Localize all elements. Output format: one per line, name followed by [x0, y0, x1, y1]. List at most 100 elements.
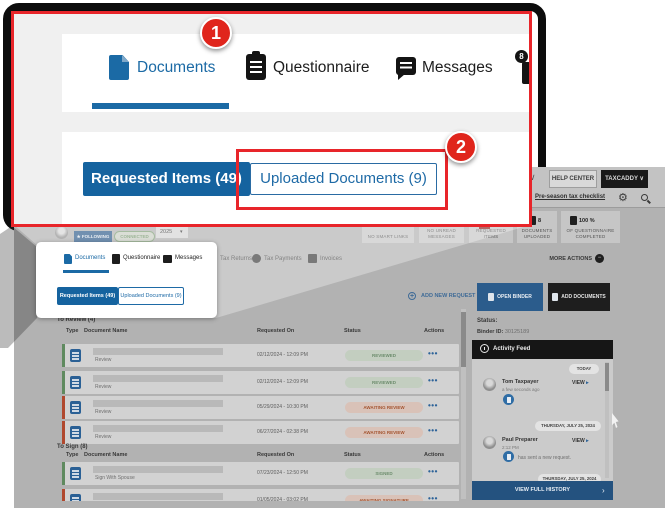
row-actions-menu[interactable]: ••• — [428, 401, 438, 410]
tab-documents[interactable]: Documents — [75, 255, 105, 261]
col-requested-on: Requested On — [257, 328, 294, 334]
row-status-bar — [62, 489, 65, 501]
status-label: Status: — [477, 318, 497, 324]
row-status-bar — [62, 462, 65, 485]
table-row[interactable]: Review 05/29/2024 - 10:30 PM AWAITING RE… — [62, 396, 459, 419]
row-date: 07/23/2024 - 12:50 PM — [257, 470, 308, 476]
add-documents-button[interactable]: ADD DOCUMENTS — [548, 283, 610, 311]
open-binder-button[interactable]: OPEN BINDER — [477, 283, 543, 311]
add-new-request-link[interactable]: ADD NEW REQUEST — [421, 293, 475, 299]
col-type: Type — [66, 328, 78, 334]
requested-items-toggle[interactable]: Requested Items (49) — [83, 162, 250, 196]
row-date: 05/29/2024 - 10:30 PM — [257, 404, 308, 410]
gear-icon[interactable]: ⚙ — [618, 191, 628, 204]
row-actions-menu[interactable]: ••• — [428, 376, 438, 385]
spotlight-panel — [36, 242, 217, 318]
document-name-redacted — [93, 425, 223, 432]
questionnaire-icon-lines — [250, 61, 262, 63]
chevron-right-icon: › — [602, 481, 605, 500]
row-actions-menu[interactable]: ••• — [428, 494, 438, 501]
annotation-highlight-box — [236, 149, 448, 210]
help-center-button[interactable]: HELP CENTER — [549, 170, 597, 188]
to-sign-title: To Sign (8) — [57, 444, 88, 450]
table-row[interactable]: Review 02/12/2024 - 12:09 PM REVIEWED ••… — [62, 371, 459, 394]
documents-icon — [64, 254, 72, 264]
col-requested-on: Requested On — [257, 452, 294, 458]
taxcaddy-menu-button[interactable]: TAXCADDY ∨ — [601, 170, 648, 188]
status-badge: REVIEWED — [345, 350, 423, 361]
row-sublabel: Sign With Spouse — [95, 475, 135, 481]
documents-icon — [109, 55, 129, 80]
status-badge: SIGNED — [345, 468, 423, 479]
row-actions-menu[interactable]: ••• — [428, 426, 438, 435]
tab-questionnaire[interactable]: Questionnaire — [123, 255, 160, 261]
questionnaire-complete-icon: 100 % — [570, 216, 595, 225]
document-name-redacted — [93, 375, 223, 382]
tab-messages[interactable]: Messages — [422, 59, 493, 77]
header-divider — [530, 207, 665, 208]
row-date: 02/12/2024 - 12:09 PM — [257, 379, 308, 385]
active-tab-underline — [92, 103, 229, 109]
document-name-redacted — [93, 348, 223, 355]
document-type-icon — [70, 401, 81, 414]
screenshot-root: ∨ HELP CENTER TAXCADDY ∨ ? Pre-season ta… — [0, 0, 665, 524]
feed-entry-name: Tom Taxpayer — [502, 379, 538, 385]
clock-icon — [480, 344, 489, 353]
row-actions-menu[interactable]: ••• — [428, 467, 438, 476]
activity-feed[interactable]: TODAY Tom Taxpayer a few seconds ago VIE… — [472, 359, 613, 481]
messages-icon — [163, 255, 172, 263]
document-name-redacted — [93, 493, 223, 500]
row-date: 01/05/2024 - 03:02 PM — [257, 497, 308, 501]
status-badge: AWAITING REVIEW — [345, 402, 423, 413]
activity-feed-title: Activity Feed — [493, 346, 530, 352]
view-link[interactable]: VIEW ▸ — [572, 380, 589, 386]
messages-icon — [396, 57, 416, 75]
row-status-bar — [62, 371, 65, 394]
requested-items-toggle[interactable]: Requested Items (49) — [57, 287, 118, 305]
feed-scrollbar-thumb[interactable] — [605, 363, 609, 391]
col-document-name: Document Name — [84, 452, 127, 458]
table-row[interactable]: Review 06/27/2024 - 02:38 PM AWAITING RE… — [62, 421, 459, 444]
row-sublabel: Review — [95, 357, 111, 363]
table-row[interactable]: 01/05/2024 - 03:02 PM AWAITING SIGNATURE… — [62, 489, 459, 501]
document-name-redacted — [93, 466, 223, 473]
uploaded-documents-toggle[interactable]: Uploaded Documents (9) — [118, 287, 184, 305]
feed-entry-note: has sent a new request. — [518, 455, 571, 461]
document-type-icon — [70, 349, 81, 362]
table-row[interactable]: Sign With Spouse 07/23/2024 - 12:50 PM S… — [62, 462, 459, 485]
row-status-bar — [62, 344, 65, 367]
active-tab-underline — [63, 270, 109, 273]
view-link[interactable]: VIEW ▸ — [572, 438, 589, 444]
table-row[interactable]: Review 02/12/2024 - 12:09 PM REVIEWED ••… — [62, 344, 459, 367]
status-badge: AWAITING REVIEW — [345, 427, 423, 438]
avatar — [483, 378, 496, 391]
row-sublabel: Review — [95, 409, 111, 415]
more-actions-toggle-icon[interactable]: − — [595, 254, 604, 263]
avatar — [483, 436, 496, 449]
view-full-history-button[interactable]: VIEW FULL HISTORY — [472, 481, 613, 500]
col-actions: Actions — [424, 328, 444, 334]
col-document-name: Document Name — [84, 328, 127, 334]
date-pill: THURSDAY, JULY 25, 2024 — [535, 421, 601, 431]
date-pill: THURSDAY, JULY 25, 2024 — [538, 474, 601, 481]
document-type-icon — [70, 467, 81, 480]
feed-entry-name: Paul Preparer — [502, 437, 538, 443]
col-status: Status — [344, 328, 361, 334]
row-status-bar — [62, 396, 65, 419]
add-document-icon — [552, 293, 558, 301]
tab-documents[interactable]: Documents — [137, 59, 215, 77]
row-actions-menu[interactable]: ••• — [428, 349, 438, 358]
tab-messages[interactable]: Messages — [175, 255, 202, 261]
binder-id: Binder ID: 30125189 — [477, 329, 529, 335]
more-actions-button[interactable]: MORE ACTIONS — [548, 256, 592, 262]
questionnaire-icon — [246, 54, 266, 80]
scrollbar-thumb[interactable] — [461, 312, 466, 367]
messages-icon-lines — [400, 62, 412, 64]
status-badge: REVIEWED — [345, 377, 423, 388]
col-actions: Actions — [424, 452, 444, 458]
tab-questionnaire[interactable]: Questionnaire — [273, 59, 370, 77]
pre-season-checklist-link[interactable]: Pre-season tax checklist — [535, 194, 605, 200]
row-sublabel: Review — [95, 384, 111, 390]
row-date: 02/12/2024 - 12:09 PM — [257, 352, 308, 358]
tab-tax-returns-partial[interactable]: 8 — [514, 46, 529, 90]
